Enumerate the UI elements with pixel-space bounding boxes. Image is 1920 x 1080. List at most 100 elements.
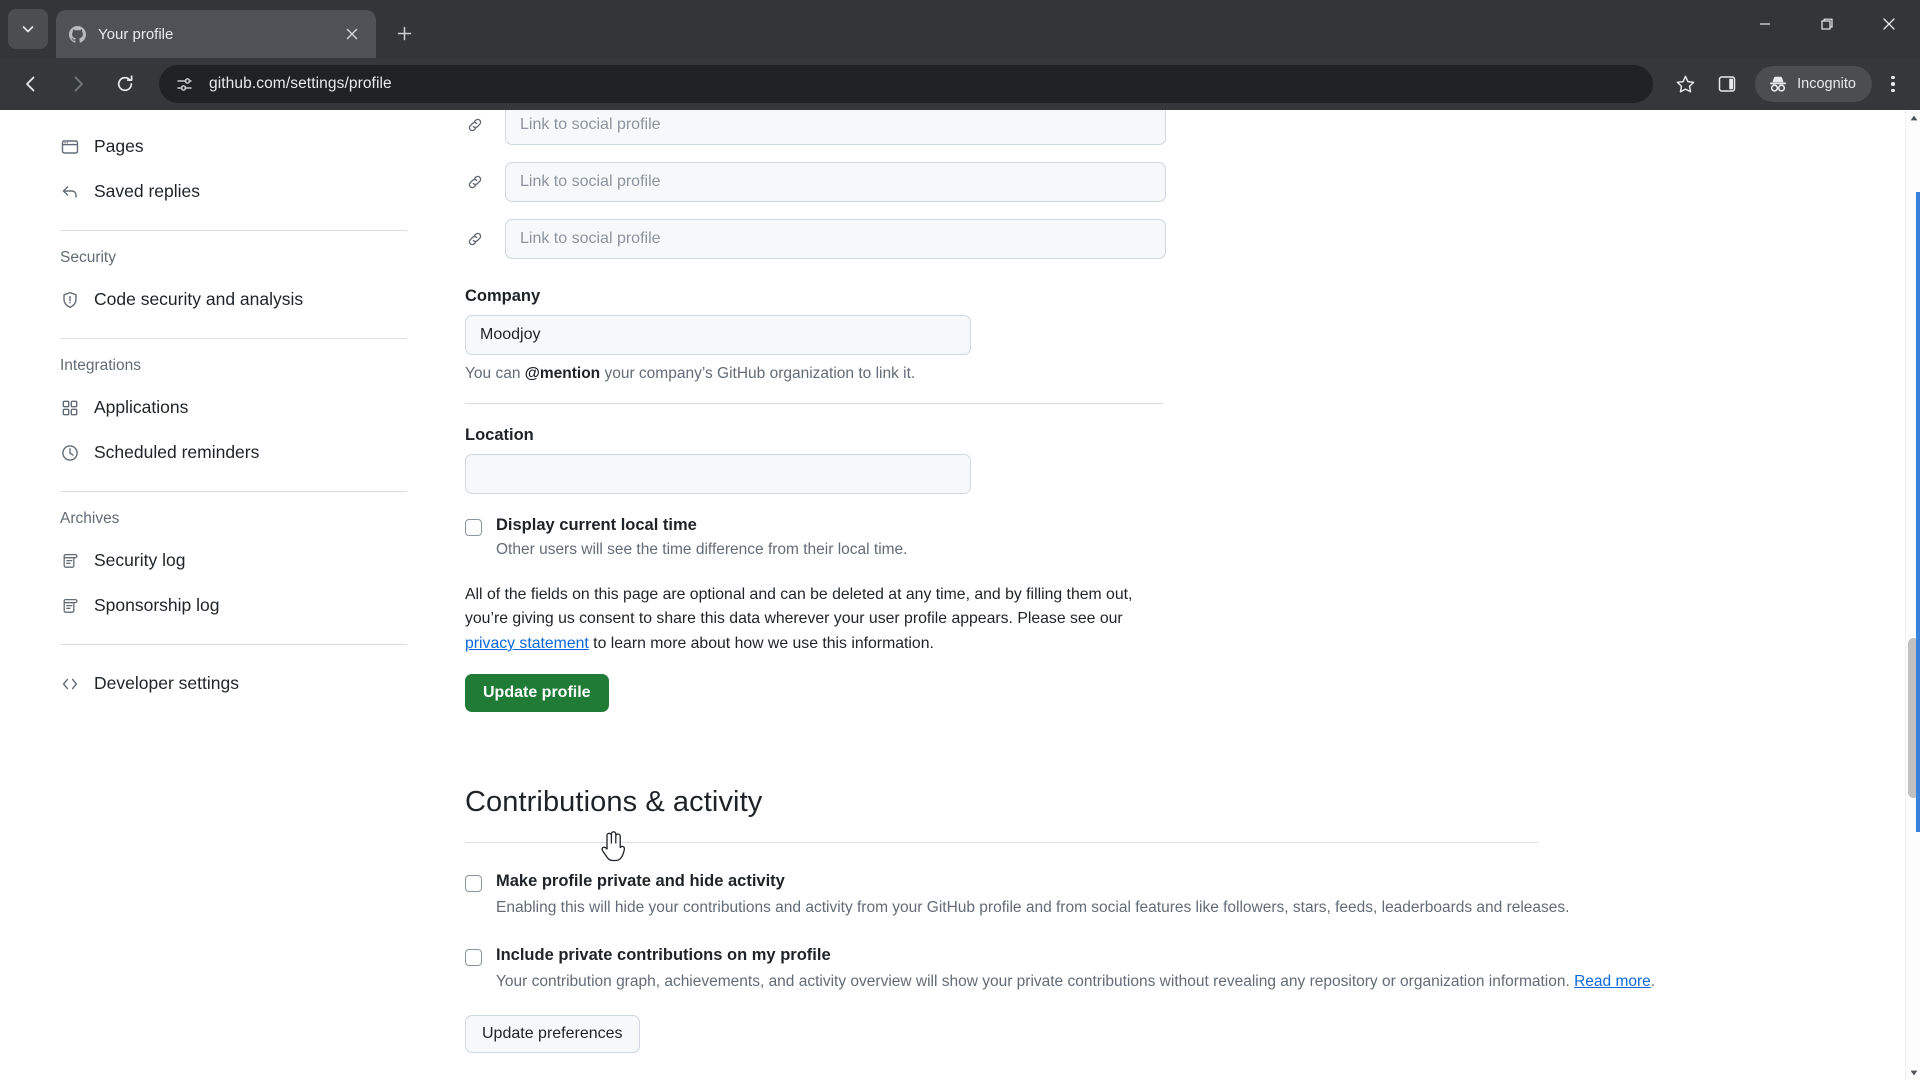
log-icon xyxy=(60,551,80,571)
back-button[interactable] xyxy=(10,63,52,105)
sidebar-item-label: Saved replies xyxy=(94,181,201,201)
sidebar-item-label: Developer settings xyxy=(94,673,239,693)
location-label: Location xyxy=(465,426,534,444)
close-window-button[interactable] xyxy=(1858,0,1920,48)
link-icon xyxy=(465,115,485,135)
reload-button[interactable] xyxy=(104,63,146,105)
close-icon[interactable] xyxy=(340,22,364,46)
reply-arrow-icon xyxy=(60,182,80,202)
sidebar-item-scheduled-reminders[interactable]: Scheduled reminders xyxy=(60,430,465,475)
window-controls xyxy=(1734,0,1920,48)
read-more-link[interactable]: Read more xyxy=(1574,973,1651,990)
sidebar-item-applications[interactable]: Applications xyxy=(60,385,465,430)
incognito-indicator[interactable]: Incognito xyxy=(1755,66,1872,102)
new-tab-button[interactable] xyxy=(388,17,420,49)
sidebar-heading-archives: Archives xyxy=(60,510,120,527)
include-private-contributions-sub: Your contribution graph, achievements, a… xyxy=(496,973,1875,991)
consent-text-1: All of the fields on this page are optio… xyxy=(465,586,1133,628)
caret-down-icon xyxy=(1910,1070,1917,1075)
sidebar-heading-security: Security xyxy=(60,249,116,266)
arrow-left-icon xyxy=(26,76,35,92)
privacy-statement-link[interactable]: privacy statement xyxy=(465,635,589,652)
log-icon xyxy=(60,596,80,616)
browser-menu-button[interactable] xyxy=(1876,65,1910,103)
social-link-row xyxy=(465,162,1875,202)
social-link-input-1[interactable] xyxy=(505,110,1166,145)
sidebar-item-sponsorship-log[interactable]: Sponsorship log xyxy=(60,583,465,628)
include-private-contributions-checkbox[interactable] xyxy=(465,949,482,967)
include-private-contributions-label: Include private contributions on my prof… xyxy=(496,946,831,965)
browser-tab[interactable]: Your profile xyxy=(56,10,376,58)
sidebar-item-developer-settings[interactable]: Developer settings xyxy=(60,661,465,706)
maximize-button[interactable] xyxy=(1796,0,1858,48)
sidebar-item-label: Sponsorship log xyxy=(94,595,220,615)
update-preferences-button[interactable]: Update preferences xyxy=(465,1015,640,1054)
tune-icon[interactable] xyxy=(173,73,195,95)
arrow-right-icon xyxy=(74,76,83,92)
social-link-row xyxy=(465,110,1875,145)
forward-button[interactable] xyxy=(57,63,99,105)
shield-check-icon xyxy=(60,290,80,310)
restore-icon xyxy=(1821,18,1833,30)
plus-icon xyxy=(397,26,411,40)
update-profile-button[interactable]: Update profile xyxy=(465,674,609,713)
section-divider xyxy=(465,403,1163,404)
sidebar-item-pages[interactable]: Pages xyxy=(60,124,465,169)
address-bar[interactable]: github.com/settings/profile xyxy=(159,65,1654,103)
company-input[interactable] xyxy=(465,315,971,355)
chevron-down-icon xyxy=(22,26,34,33)
company-label: Company xyxy=(465,287,541,305)
close-icon xyxy=(1883,18,1895,30)
social-link-input-3[interactable] xyxy=(505,219,1166,259)
link-icon xyxy=(465,172,485,192)
contributions-section-title: Contributions & activity xyxy=(465,786,763,819)
sidebar-divider xyxy=(60,230,407,231)
company-hint-after: your company’s GitHub organization to li… xyxy=(600,365,916,382)
make-profile-private-sub: Enabling this will hide your contributio… xyxy=(496,899,1570,917)
github-mark-icon xyxy=(68,25,86,43)
apps-grid-icon xyxy=(60,398,80,418)
bookmark-button[interactable] xyxy=(1667,66,1703,102)
sidebar-item-label: Code security and analysis xyxy=(94,289,304,309)
mention-token: @mention xyxy=(524,365,601,382)
sidebar-heading-integrations: Integrations xyxy=(60,357,141,374)
browser-chrome: Your profile github.com/settings/profile… xyxy=(0,0,1920,110)
display-local-time-sub: Other users will see the time difference… xyxy=(496,541,908,558)
period: . xyxy=(1650,973,1656,991)
scroll-down-button[interactable] xyxy=(1906,1065,1920,1080)
sidebar-item-security-log[interactable]: Security log xyxy=(60,538,465,583)
browser-toolbar: github.com/settings/profile Incognito xyxy=(0,58,1920,110)
sidebar-item-label: Scheduled reminders xyxy=(94,442,260,462)
sidebar-divider xyxy=(60,644,407,645)
tab-search-button[interactable] xyxy=(8,9,48,49)
display-local-time-checkbox[interactable] xyxy=(465,519,482,536)
minimize-button[interactable] xyxy=(1734,0,1796,48)
clock-icon xyxy=(60,443,80,463)
section-rule xyxy=(465,842,1538,844)
sidebar-divider xyxy=(60,338,407,339)
reload-icon xyxy=(117,75,133,92)
tab-strip: Your profile xyxy=(0,0,1920,58)
settings-sidebar: Pages Saved replies Security Code securi… xyxy=(0,110,465,706)
code-brackets-icon xyxy=(60,674,80,694)
url-text: github.com/settings/profile xyxy=(209,75,392,92)
sidebar-item-label: Applications xyxy=(94,397,189,417)
side-panel-icon xyxy=(1718,76,1736,92)
make-profile-private-checkbox[interactable] xyxy=(465,875,482,893)
sidebar-item-code-security-and-analysis[interactable]: Code security and analysis xyxy=(60,277,465,322)
profile-settings-form: Company You can @mention your company’s … xyxy=(465,110,1905,1054)
browser-window-icon xyxy=(60,137,80,157)
sidebar-item-saved-replies[interactable]: Saved replies xyxy=(60,169,465,214)
location-input[interactable] xyxy=(465,454,971,494)
star-icon xyxy=(1676,75,1694,92)
side-panel-button[interactable] xyxy=(1709,66,1745,102)
minimize-icon xyxy=(1760,23,1770,25)
include-private-contributions-row: Include private contributions on my prof… xyxy=(465,946,1875,991)
display-local-time-row: Display current local time Other users w… xyxy=(465,516,1875,559)
social-link-input-2[interactable] xyxy=(505,162,1166,202)
display-local-time-label: Display current local time xyxy=(496,516,697,534)
scroll-up-button[interactable] xyxy=(1906,110,1920,125)
sidebar-item-label: Pages xyxy=(94,136,144,156)
consent-text-2: to learn more about how we use this info… xyxy=(588,634,934,652)
incognito-label: Incognito xyxy=(1797,76,1856,92)
